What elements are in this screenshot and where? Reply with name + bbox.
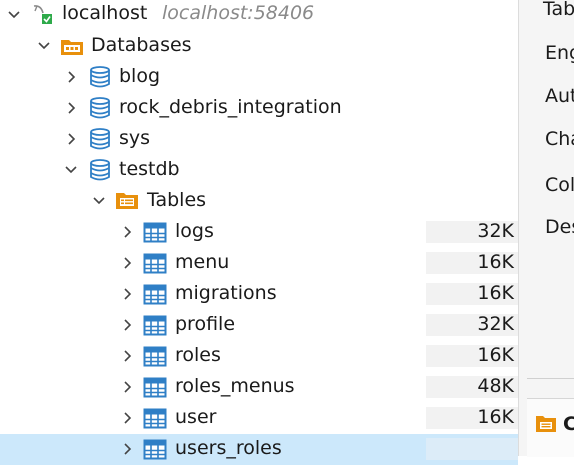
chevron-down-icon[interactable] — [37, 39, 51, 53]
table-icon — [143, 283, 167, 307]
table-size: 32K — [477, 220, 514, 242]
folder-icon — [535, 413, 557, 439]
table-icon — [143, 221, 167, 245]
database-label: blog — [119, 65, 161, 87]
server-connected-icon — [31, 3, 55, 27]
database-icon — [88, 96, 112, 120]
table-size: 16K — [477, 251, 514, 273]
tree-node-table[interactable]: logs 32K — [0, 217, 518, 248]
tree-node-table[interactable]: migrations 16K — [0, 279, 518, 310]
table-icon — [143, 345, 167, 369]
tree-node-table[interactable]: user 16K — [0, 403, 518, 434]
database-icon — [88, 65, 112, 89]
property-label: Eng — [545, 42, 574, 64]
database-label: testdb — [119, 158, 180, 180]
properties-panel: Tab Eng Aut Cha Col Des C — [518, 0, 574, 457]
chevron-right-icon[interactable] — [64, 70, 78, 84]
chevron-right-icon[interactable] — [120, 411, 134, 425]
tree-node-database[interactable]: rock_debris_integration — [0, 93, 518, 124]
tree-node-tables-folder[interactable]: Tables — [0, 186, 518, 217]
databases-label: Databases — [91, 34, 192, 56]
chevron-right-icon[interactable] — [120, 442, 134, 456]
database-icon — [88, 158, 112, 182]
table-label: logs — [175, 220, 214, 242]
chevron-right-icon[interactable] — [120, 318, 134, 332]
table-label: menu — [175, 251, 230, 273]
database-icon — [88, 127, 112, 151]
bottom-panel-tab[interactable]: C — [527, 398, 574, 457]
size-bar — [426, 438, 518, 460]
tree-node-table[interactable]: roles 16K — [0, 341, 518, 372]
tree-node-database[interactable]: blog — [0, 62, 518, 93]
tree-node-database[interactable]: sys — [0, 124, 518, 155]
chevron-down-icon[interactable] — [92, 194, 106, 208]
property-label: Col — [545, 174, 574, 196]
tree-node-table[interactable]: profile 32K — [0, 310, 518, 341]
table-icon — [143, 314, 167, 338]
tables-folder-label: Tables — [147, 189, 207, 211]
tree-node-database[interactable]: testdb — [0, 155, 518, 186]
table-label: profile — [175, 313, 236, 335]
table-size: 32K — [477, 313, 514, 335]
table-icon — [143, 438, 167, 462]
table-size: 16K — [477, 344, 514, 366]
chevron-right-icon[interactable] — [64, 101, 78, 115]
database-label: sys — [119, 127, 151, 149]
table-size: 16K — [477, 406, 514, 428]
database-label: rock_debris_integration — [119, 96, 342, 118]
tree-node-table[interactable]: menu 16K — [0, 248, 518, 279]
databases-folder-icon — [60, 35, 84, 59]
table-label: migrations — [175, 282, 277, 304]
panel-divider — [527, 378, 574, 379]
table-label: roles — [175, 344, 221, 366]
table-label: roles_menus — [175, 375, 295, 397]
property-label: Des — [545, 216, 574, 238]
table-icon — [143, 376, 167, 400]
chevron-right-icon[interactable] — [120, 349, 134, 363]
table-size: 16K — [477, 282, 514, 304]
tree-node-databases[interactable]: Databases — [0, 31, 518, 62]
server-address-hint: localhost:58406 — [162, 2, 315, 24]
chevron-down-icon[interactable] — [64, 163, 78, 177]
property-label: Aut — [545, 85, 574, 107]
bottom-tab-label: C — [563, 413, 574, 435]
tables-folder-icon — [115, 189, 139, 213]
chevron-right-icon[interactable] — [120, 225, 134, 239]
table-icon — [143, 407, 167, 431]
chevron-right-icon[interactable] — [120, 256, 134, 270]
tree-node-table[interactable]: roles_menus 48K — [0, 372, 518, 403]
tree-node-server[interactable]: localhost localhost:58406 — [0, 0, 518, 31]
table-label: user — [175, 406, 217, 428]
chevron-right-icon[interactable] — [120, 380, 134, 394]
tree-node-table-selected[interactable]: users_roles — [0, 434, 518, 465]
property-label: Tab — [543, 0, 574, 20]
server-label: localhost — [62, 2, 148, 24]
table-size: 48K — [477, 375, 514, 397]
chevron-down-icon[interactable] — [7, 8, 21, 22]
navigator-tree: localhost localhost:58406 Databases blog… — [0, 0, 518, 465]
table-icon — [143, 252, 167, 276]
property-label: Cha — [545, 128, 574, 150]
chevron-right-icon[interactable] — [120, 287, 134, 301]
chevron-right-icon[interactable] — [64, 132, 78, 146]
